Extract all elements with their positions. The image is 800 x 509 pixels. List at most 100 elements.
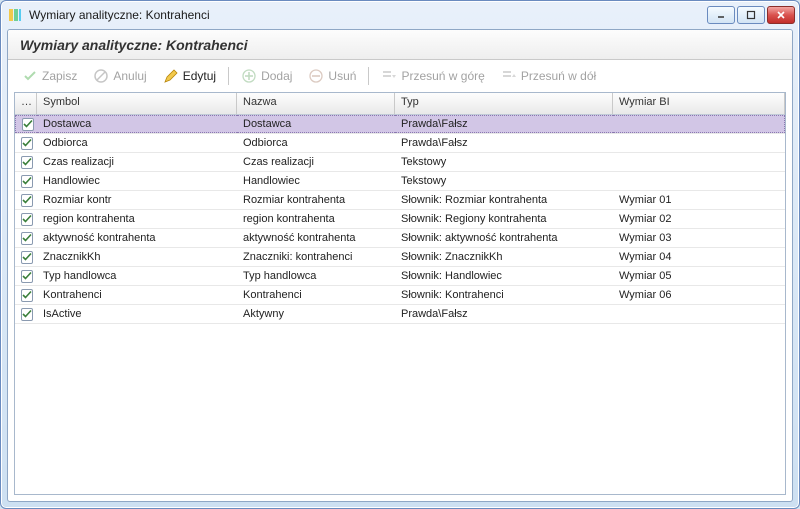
cell-symbol: ZnacznikKh (37, 248, 237, 266)
table-row[interactable]: HandlowiecHandlowiecTekstowy (15, 172, 785, 191)
arrow-up-icon (381, 68, 397, 84)
move-up-button[interactable]: Przesuń w górę (375, 66, 490, 86)
grid-body: DostawcaDostawcaPrawda\FałszOdbiorcaOdbi… (15, 115, 785, 494)
table-row[interactable]: IsActiveAktywnyPrawda\Fałsz (15, 305, 785, 324)
separator (228, 67, 229, 85)
cell-check[interactable] (15, 134, 37, 152)
cell-nazwa: Czas realizacji (237, 153, 395, 171)
grid-header: … Symbol Nazwa Typ Wymiar BI (15, 93, 785, 115)
cell-typ: Prawda\Fałsz (395, 115, 613, 133)
cell-symbol: region kontrahenta (37, 210, 237, 228)
close-button[interactable] (767, 6, 795, 24)
col-nazwa[interactable]: Nazwa (237, 93, 395, 114)
table-row[interactable]: Rozmiar kontrRozmiar kontrahentaSłownik:… (15, 191, 785, 210)
arrow-down-icon (501, 68, 517, 84)
save-button[interactable]: Zapisz (16, 66, 83, 86)
delete-label: Usuń (328, 69, 356, 83)
cell-wymiar-bi: Wymiar 02 (613, 210, 785, 228)
cell-check[interactable] (15, 115, 37, 133)
table-row[interactable]: OdbiorcaOdbiorcaPrawda\Fałsz (15, 134, 785, 153)
check-icon (22, 68, 38, 84)
cell-typ: Tekstowy (395, 172, 613, 190)
app-icon (7, 7, 23, 23)
cell-nazwa: Odbiorca (237, 134, 395, 152)
checkbox-icon[interactable] (22, 118, 34, 131)
checkbox-icon[interactable] (21, 137, 33, 150)
cell-nazwa: Kontrahenci (237, 286, 395, 304)
checkbox-icon[interactable] (21, 270, 33, 283)
cell-typ: Słownik: Kontrahenci (395, 286, 613, 304)
minus-icon (308, 68, 324, 84)
cell-symbol: Rozmiar kontr (37, 191, 237, 209)
table-row[interactable]: DostawcaDostawcaPrawda\Fałsz (15, 115, 785, 134)
page-title: Wymiary analityczne: Kontrahenci (8, 30, 792, 60)
cell-symbol: Handlowiec (37, 172, 237, 190)
cell-wymiar-bi (613, 153, 785, 171)
checkbox-icon[interactable] (21, 289, 33, 302)
move-down-button[interactable]: Przesuń w dół (495, 66, 602, 86)
checkbox-icon[interactable] (21, 308, 33, 321)
cell-nazwa: Dostawca (237, 115, 395, 133)
cell-symbol: aktywność kontrahenta (37, 229, 237, 247)
checkbox-icon[interactable] (21, 232, 33, 245)
cell-check[interactable] (15, 210, 37, 228)
cell-wymiar-bi (613, 134, 785, 152)
table-row[interactable]: Czas realizacjiCzas realizacjiTekstowy (15, 153, 785, 172)
window-title: Wymiary analityczne: Kontrahenci (29, 8, 707, 22)
cell-wymiar-bi: Wymiar 05 (613, 267, 785, 285)
checkbox-icon[interactable] (21, 251, 33, 264)
window: Wymiary analityczne: Kontrahenci Wymiary… (0, 0, 800, 509)
col-typ[interactable]: Typ (395, 93, 613, 114)
client-area: Wymiary analityczne: Kontrahenci Zapisz … (7, 29, 793, 502)
col-check[interactable]: … (15, 93, 37, 114)
cell-typ: Tekstowy (395, 153, 613, 171)
cell-symbol: Czas realizacji (37, 153, 237, 171)
cell-typ: Słownik: aktywność kontrahenta (395, 229, 613, 247)
window-buttons (707, 6, 795, 24)
table-row[interactable]: Typ handlowcaTyp handlowcaSłownik: Handl… (15, 267, 785, 286)
table-row[interactable]: KontrahenciKontrahenciSłownik: Kontrahen… (15, 286, 785, 305)
cell-check[interactable] (15, 191, 37, 209)
cancel-icon (93, 68, 109, 84)
add-button[interactable]: Dodaj (235, 66, 298, 86)
cell-nazwa: Aktywny (237, 305, 395, 323)
data-grid[interactable]: … Symbol Nazwa Typ Wymiar BI DostawcaDos… (14, 92, 786, 495)
cell-check[interactable] (15, 248, 37, 266)
cell-symbol: IsActive (37, 305, 237, 323)
table-row[interactable]: region kontrahentaregion kontrahentaSłow… (15, 210, 785, 229)
toolbar: Zapisz Anuluj Edytuj Dodaj Usuń (8, 60, 792, 92)
checkbox-icon[interactable] (21, 194, 33, 207)
cell-typ: Słownik: Regiony kontrahenta (395, 210, 613, 228)
table-row[interactable]: ZnacznikKhZnaczniki: kontrahenciSłownik:… (15, 248, 785, 267)
cell-typ: Prawda\Fałsz (395, 134, 613, 152)
edit-button[interactable]: Edytuj (157, 66, 222, 86)
cell-nazwa: region kontrahenta (237, 210, 395, 228)
cell-wymiar-bi: Wymiar 04 (613, 248, 785, 266)
maximize-button[interactable] (737, 6, 765, 24)
table-row[interactable]: aktywność kontrahentaaktywność kontrahen… (15, 229, 785, 248)
cell-typ: Słownik: ZnacznikKh (395, 248, 613, 266)
minimize-button[interactable] (707, 6, 735, 24)
cell-check[interactable] (15, 172, 37, 190)
cell-check[interactable] (15, 229, 37, 247)
cell-nazwa: Rozmiar kontrahenta (237, 191, 395, 209)
checkbox-icon[interactable] (21, 213, 33, 226)
cell-typ: Słownik: Handlowiec (395, 267, 613, 285)
cell-check[interactable] (15, 286, 37, 304)
cell-check[interactable] (15, 153, 37, 171)
cell-nazwa: Handlowiec (237, 172, 395, 190)
cell-check[interactable] (15, 305, 37, 323)
separator (368, 67, 369, 85)
plus-icon (241, 68, 257, 84)
delete-button[interactable]: Usuń (302, 66, 362, 86)
col-wymiar-bi[interactable]: Wymiar BI (613, 93, 785, 114)
cell-nazwa: Typ handlowca (237, 267, 395, 285)
titlebar[interactable]: Wymiary analityczne: Kontrahenci (1, 1, 799, 29)
cell-check[interactable] (15, 267, 37, 285)
col-symbol[interactable]: Symbol (37, 93, 237, 114)
checkbox-icon[interactable] (21, 156, 33, 169)
cell-symbol: Typ handlowca (37, 267, 237, 285)
checkbox-icon[interactable] (21, 175, 33, 188)
pencil-icon (163, 68, 179, 84)
cancel-button[interactable]: Anuluj (87, 66, 152, 86)
